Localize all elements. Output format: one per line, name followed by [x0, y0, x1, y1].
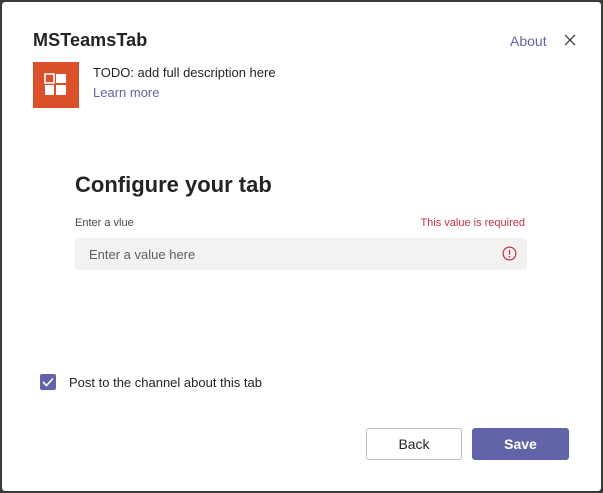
app-description: TODO: add full description here — [93, 65, 276, 80]
field-error-message: This value is required — [420, 217, 525, 229]
error-circle-icon — [502, 246, 517, 261]
field-label: Enter a vlue — [75, 217, 134, 229]
value-input[interactable] — [75, 238, 527, 270]
close-icon[interactable] — [563, 33, 577, 47]
learn-more-link[interactable]: Learn more — [93, 85, 159, 100]
checkmark-icon — [42, 377, 54, 387]
post-to-channel-label: Post to the channel about this tab — [69, 375, 262, 390]
dialog-title: MSTeamsTab — [33, 30, 148, 50]
app-tile-icon — [33, 62, 79, 108]
save-button[interactable]: Save — [472, 428, 569, 460]
config-heading: Configure your tab — [75, 172, 272, 197]
configure-tab-dialog: MSTeamsTab About TODO: add full descript… — [2, 2, 601, 491]
post-to-channel-checkbox[interactable] — [40, 374, 56, 390]
about-link[interactable]: About — [510, 33, 547, 49]
back-button[interactable]: Back — [366, 428, 462, 460]
value-field — [75, 238, 527, 270]
